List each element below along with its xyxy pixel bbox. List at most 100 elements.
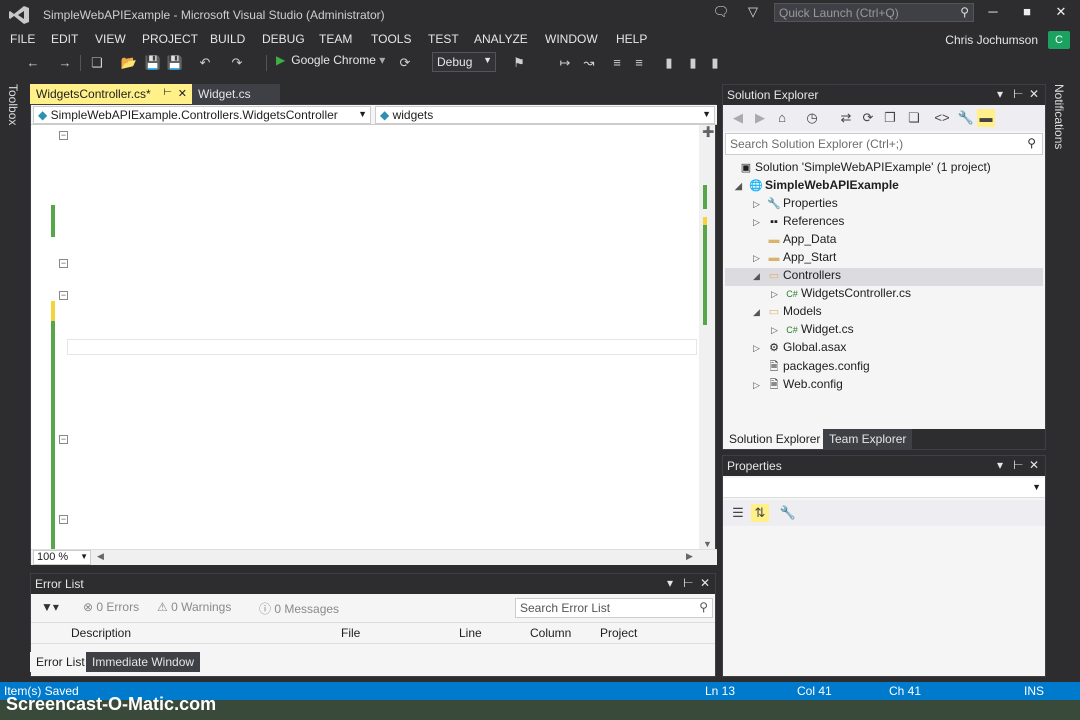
collapse-icon[interactable]: − [59,259,68,268]
tree-item-models[interactable]: ◢ ▭ Models [753,304,1043,322]
menu-test[interactable]: TEST [428,32,459,46]
menu-view[interactable]: VIEW [95,32,126,46]
menu-debug[interactable]: DEBUG [262,32,305,46]
tab-solution-explorer[interactable]: Solution Explorer [723,429,827,449]
collapse-icon[interactable]: − [59,131,68,140]
save-all-icon[interactable]: 💾 [166,54,184,72]
collapsed-arrow-icon[interactable]: ▷ [753,199,765,210]
feedback-icon[interactable]: 🗨 [712,4,730,22]
step-icon[interactable]: ↦ [556,54,574,72]
history-icon[interactable]: ◷ [803,109,821,127]
menu-file[interactable]: FILE [10,32,35,46]
vertical-scrollbar[interactable]: ➕ ▼ [699,125,715,551]
scroll-down-icon[interactable]: ▼ [703,539,712,549]
close-icon[interactable]: ✕ [1029,87,1039,101]
user-name[interactable]: Chris Jochumson [945,33,1038,47]
toolbox-tab[interactable]: Toolbox [6,84,20,125]
menu-build[interactable]: BUILD [210,32,245,46]
quick-launch-input[interactable]: Quick Launch (Ctrl+Q) ⚲ [774,3,974,22]
open-file-icon[interactable]: 📂 [120,54,138,72]
tab-immediate-window[interactable]: Immediate Window [86,652,201,672]
column-column[interactable]: Column [530,626,571,640]
collapsed-arrow-icon[interactable]: ▷ [753,253,765,264]
save-icon[interactable]: 💾 [144,54,162,72]
notifications-tab[interactable]: Notifications [1052,84,1066,149]
tree-item-global-asax[interactable]: ▷ ⚙ Global.asax [753,340,1043,358]
refresh-icon[interactable]: ⟳ [859,109,877,127]
bookmark-icon[interactable]: ▮ [660,54,678,72]
column-file[interactable]: File [341,626,360,640]
panel-menu-icon[interactable]: ▾ [997,87,1003,101]
expanded-arrow-icon[interactable]: ◢ [753,307,765,318]
close-window-button[interactable]: ✕ [1050,4,1072,22]
tree-item-solution[interactable]: ▣ Solution 'SimpleWebAPIExample' (1 proje… [725,160,1043,178]
bookmark-prev-icon[interactable]: ▮ [684,54,702,72]
redo-icon[interactable]: ↷ [228,54,246,72]
scroll-right-icon[interactable]: ▶ [686,551,693,562]
refresh-browser-icon[interactable]: ⟳ [396,54,414,72]
tab-widgetscontroller[interactable]: WidgetsController.cs* ⊢ ✕ [30,84,192,104]
minimize-button[interactable]: ─ [982,4,1004,22]
alphabetical-icon[interactable]: ⇅ [751,504,769,522]
close-icon[interactable]: ✕ [700,576,710,590]
back-icon[interactable]: ◀ [729,109,747,127]
errors-filter-button[interactable]: ⊗ 0 Errors [83,600,139,614]
tree-item-controllers[interactable]: ◢ ▭ Controllers [725,268,1043,286]
menu-project[interactable]: PROJECT [142,32,198,46]
zoom-select[interactable]: 100 % ▼ [33,550,91,565]
start-debugging-button[interactable]: ▶ Google Chrome ▾ [276,53,385,67]
close-icon[interactable]: ✕ [178,87,187,100]
tab-error-list[interactable]: Error List [30,652,91,672]
view-code-icon[interactable]: <> [933,109,951,127]
expanded-arrow-icon[interactable]: ◢ [753,271,765,282]
object-select[interactable]: ▼ [723,478,1045,498]
solution-explorer-search-input[interactable]: Search Solution Explorer (Ctrl+;) ⚲ [725,133,1043,155]
collapse-icon[interactable]: − [59,291,68,300]
menu-team[interactable]: TEAM [319,32,352,46]
code-text-area[interactable]: − − − − − [31,125,699,551]
filter-icon[interactable]: ▼▾ [41,600,59,614]
collapse-icon[interactable]: − [59,515,68,524]
tree-item-references[interactable]: ▷ ▪▪ References [753,214,1043,232]
tab-team-explorer[interactable]: Team Explorer [823,429,913,449]
tree-item-app-data[interactable]: ▬ App_Data [753,232,1043,250]
menu-tools[interactable]: TOOLS [371,32,411,46]
bookmark-next-icon[interactable]: ▮ [706,54,724,72]
comment-icon[interactable]: ≡ [608,54,626,72]
error-list-search-input[interactable]: Search Error List ⚲ [515,598,713,618]
collapse-icon[interactable]: − [59,435,68,444]
tree-item-web-config[interactable]: ▷ 🗎 Web.config [753,376,1043,394]
preview-selected-icon[interactable]: ▬ [977,109,995,127]
scroll-left-icon[interactable]: ◀ [97,551,104,562]
code-editor[interactable]: ◆ SimpleWebAPIExample.Controllers.Widget… [30,104,717,565]
pin-icon[interactable]: ⊢ [1013,458,1023,472]
pin-icon[interactable]: ⊢ [1013,87,1023,101]
tree-item-widgetscontroller[interactable]: ▷ C# WidgetsController.cs [771,286,1043,304]
warnings-filter-button[interactable]: ⚠ 0 Warnings [157,600,231,614]
show-all-files-icon[interactable]: ❏ [905,109,923,127]
undo-icon[interactable]: ↶ [196,54,214,72]
categorized-icon[interactable]: ☰ [729,504,747,522]
split-icon[interactable]: ➕ [702,127,714,138]
column-description[interactable]: Description [71,626,131,640]
forward-icon[interactable]: ▶ [751,109,769,127]
navigate-back-icon[interactable]: ← [24,54,42,72]
property-pages-icon[interactable]: 🔧 [779,504,797,522]
panel-menu-icon[interactable]: ▾ [667,576,673,590]
find-icon[interactable]: ⚑ [510,54,528,72]
menu-edit[interactable]: EDIT [51,32,78,46]
menu-help[interactable]: HELP [616,32,647,46]
menu-analyze[interactable]: ANALYZE [474,32,528,46]
tree-item-widget[interactable]: ▷ C# Widget.cs [771,322,1043,340]
collapse-all-icon[interactable]: ❐ [881,109,899,127]
expanded-arrow-icon[interactable]: ◢ [735,181,747,192]
menu-window[interactable]: WINDOW [545,32,598,46]
filter-icon[interactable]: ▽ [744,4,762,22]
type-navigation-select[interactable]: ◆ SimpleWebAPIExample.Controllers.Widget… [33,106,371,124]
tree-item-project[interactable]: ◢ 🌐 SimpleWebAPIExample [735,178,1043,196]
collapsed-arrow-icon[interactable]: ▷ [753,217,765,228]
avatar[interactable]: C [1048,31,1070,49]
member-navigation-select[interactable]: ◆ widgets ▼ [375,106,715,124]
collapsed-arrow-icon[interactable]: ▷ [771,289,783,300]
navigate-forward-icon[interactable]: → [56,54,74,72]
